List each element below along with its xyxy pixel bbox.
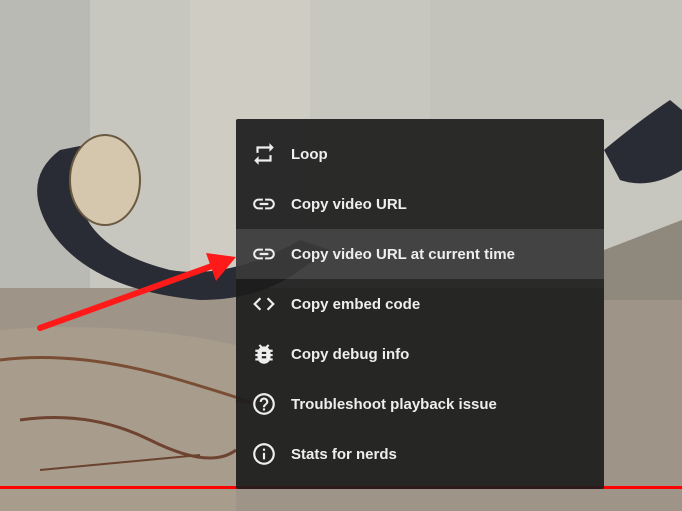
link-icon (236, 179, 291, 229)
bug-icon (236, 329, 291, 379)
help-circle-icon (236, 379, 291, 429)
menu-item-label: Copy video URL (291, 195, 407, 213)
menu-item-label: Copy video URL at current time (291, 245, 515, 263)
menu-item-label: Stats for nerds (291, 445, 397, 463)
code-icon (236, 279, 291, 329)
menu-item-copy-embed-code[interactable]: Copy embed code (236, 279, 604, 329)
menu-item-troubleshoot[interactable]: Troubleshoot playback issue (236, 379, 604, 429)
loop-icon (236, 129, 291, 179)
menu-item-label: Copy embed code (291, 295, 421, 313)
menu-item-label: Troubleshoot playback issue (291, 395, 497, 413)
menu-item-stats-for-nerds[interactable]: Stats for nerds (236, 429, 604, 479)
menu-item-copy-debug-info[interactable]: Copy debug info (236, 329, 604, 379)
context-menu: Loop Copy video URL Copy video URL at cu… (236, 119, 604, 489)
menu-item-copy-video-url[interactable]: Copy video URL (236, 179, 604, 229)
link-icon (236, 229, 291, 279)
menu-item-copy-video-url-at-time[interactable]: Copy video URL at current time (236, 229, 604, 279)
menu-item-label: Loop (291, 145, 328, 163)
info-circle-icon (236, 429, 291, 479)
menu-item-loop[interactable]: Loop (236, 129, 604, 179)
menu-item-label: Copy debug info (291, 345, 410, 363)
